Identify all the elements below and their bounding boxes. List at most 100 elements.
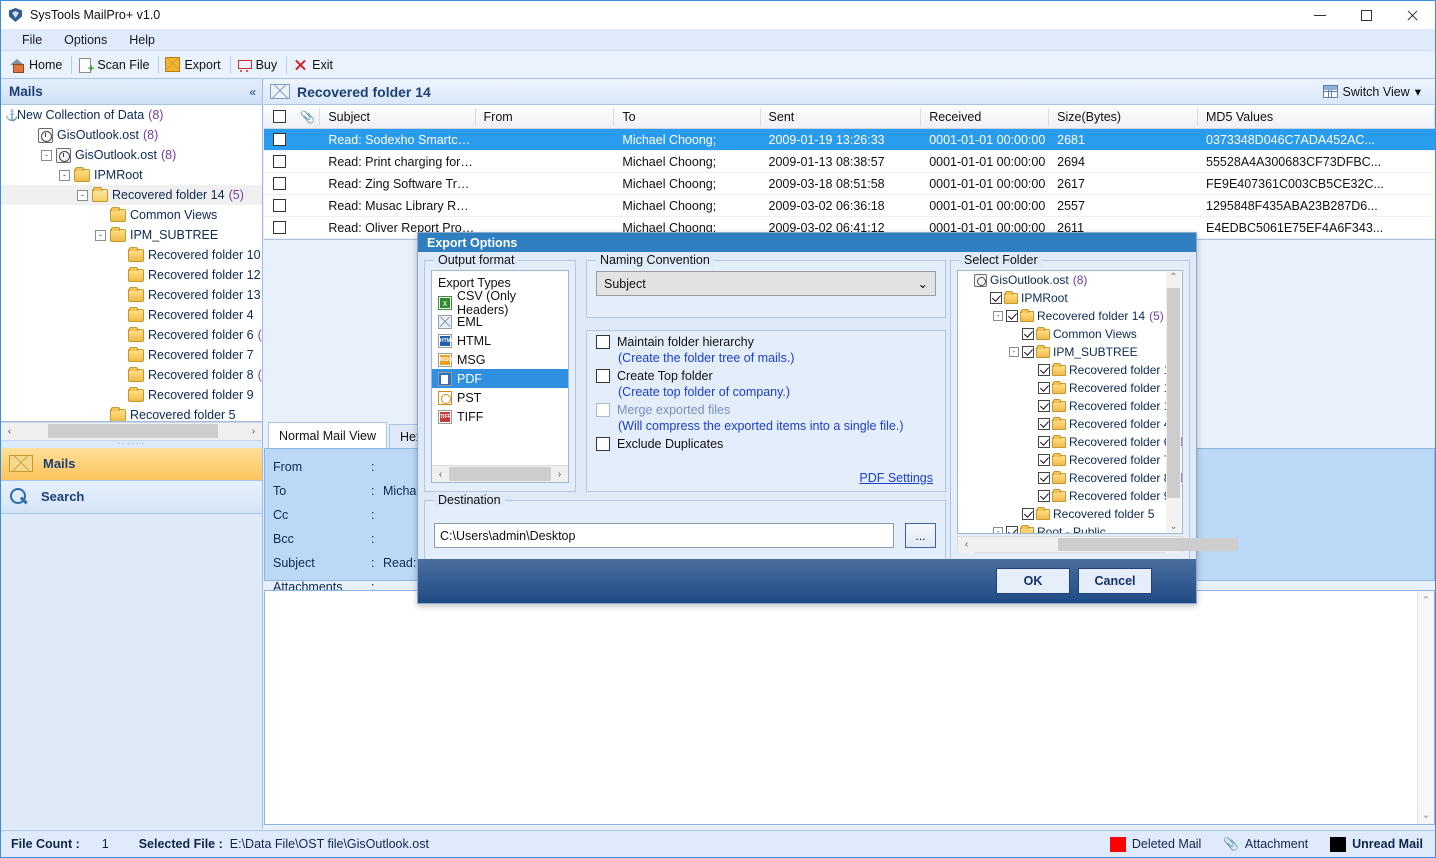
select-folder-tree-item[interactable]: Recovered folder 4 bbox=[958, 415, 1182, 433]
folder-tree-item[interactable]: Recovered folder 4 bbox=[1, 305, 262, 325]
folder-tree-item[interactable]: GisOutlook.ost (8) bbox=[1, 125, 262, 145]
table-row[interactable]: Read: Print charging for stu... Michael C… bbox=[264, 151, 1435, 173]
folder-tree-item[interactable]: Recovered folder 7 bbox=[1, 345, 262, 365]
select-folder-tree-item[interactable]: IPMRoot bbox=[958, 289, 1182, 307]
destination-browse-button[interactable]: ... bbox=[905, 523, 936, 548]
select-folder-tree-item[interactable]: - IPM_SUBTREE bbox=[958, 343, 1182, 361]
folder-tree-item[interactable]: - IPMRoot bbox=[1, 165, 262, 185]
folder-checkbox[interactable] bbox=[1038, 364, 1050, 376]
select-folder-tree-item[interactable]: Recovered folder 12 bbox=[958, 379, 1182, 397]
export-type-item[interactable]: PDF bbox=[432, 369, 568, 388]
tree-expander-icon[interactable]: - bbox=[77, 189, 88, 201]
toolbar-scan-file-button[interactable]: Scan File bbox=[73, 55, 157, 75]
minimize-button[interactable] bbox=[1297, 1, 1343, 29]
folder-checkbox[interactable] bbox=[1038, 490, 1050, 502]
folder-checkbox[interactable] bbox=[1006, 526, 1018, 533]
scroll-left-button[interactable]: ‹ bbox=[1, 423, 18, 439]
menu-item-options[interactable]: Options bbox=[53, 31, 118, 49]
folder-checkbox[interactable] bbox=[1038, 436, 1050, 448]
scroll-left-button[interactable]: ‹ bbox=[432, 466, 449, 482]
splitter-grip[interactable]: ······ bbox=[1, 439, 262, 448]
select-folder-tree-item[interactable]: Recovered folder 6(1) bbox=[958, 433, 1182, 451]
menu-item-help[interactable]: Help bbox=[118, 31, 166, 49]
tree-expander-icon[interactable]: - bbox=[59, 169, 70, 181]
cancel-button[interactable]: Cancel bbox=[1078, 568, 1152, 594]
row-checkbox[interactable] bbox=[272, 177, 286, 190]
export-option-checkbox[interactable] bbox=[596, 403, 610, 417]
export-option-checkbox[interactable] bbox=[596, 335, 610, 349]
tree-expander-icon[interactable]: - bbox=[993, 527, 1003, 533]
folder-checkbox[interactable] bbox=[1006, 310, 1018, 322]
folder-checkbox[interactable] bbox=[1022, 328, 1034, 340]
maximize-button[interactable] bbox=[1343, 1, 1389, 29]
toolbar-exit-button[interactable]: Exit bbox=[288, 55, 341, 74]
scroll-up-icon[interactable]: ⌃ bbox=[1169, 272, 1177, 283]
collapse-sidebar-icon[interactable]: « bbox=[249, 85, 256, 99]
select-folder-tree-item[interactable]: Recovered folder 5 bbox=[958, 505, 1182, 523]
menu-item-file[interactable]: File bbox=[11, 31, 53, 49]
scroll-thumb[interactable] bbox=[1058, 538, 1238, 551]
tree-expander-icon[interactable]: - bbox=[41, 149, 52, 161]
close-button[interactable] bbox=[1389, 1, 1435, 29]
export-type-item[interactable]: CSV (Only Headers) bbox=[432, 289, 568, 317]
folder-checkbox[interactable] bbox=[1038, 418, 1050, 430]
column-to[interactable]: To bbox=[614, 105, 761, 129]
tree-expander-icon[interactable]: - bbox=[95, 229, 106, 241]
sidebar-item-search[interactable]: Search bbox=[1, 480, 262, 514]
folder-tree-item[interactable]: Recovered folder 5 bbox=[1, 405, 262, 421]
export-type-item[interactable]: PST bbox=[432, 388, 568, 407]
toolbar-home-button[interactable]: Home bbox=[5, 55, 70, 74]
select-folder-hscrollbar[interactable]: ‹ › bbox=[957, 536, 1238, 553]
table-row[interactable]: Read: Sodexho Smartcard Michael Choong; 20… bbox=[264, 129, 1435, 151]
folder-checkbox[interactable] bbox=[1038, 382, 1050, 394]
export-types-list[interactable]: Export Types CSV (Only Headers)EMLHTMLMS… bbox=[431, 270, 569, 483]
folder-tree-item[interactable]: Recovered folder 8(1) bbox=[1, 365, 262, 385]
folder-checkbox[interactable] bbox=[1038, 454, 1050, 466]
folder-tree-item[interactable]: Recovered folder 12 bbox=[1, 265, 262, 285]
row-checkbox-cell[interactable] bbox=[264, 221, 295, 234]
row-checkbox[interactable] bbox=[272, 221, 286, 234]
select-all-checkbox-cell[interactable] bbox=[264, 110, 295, 123]
scroll-down-icon[interactable]: ⌄ bbox=[1421, 808, 1430, 821]
column-from[interactable]: From bbox=[476, 105, 615, 129]
ok-button[interactable]: OK bbox=[996, 568, 1070, 594]
export-type-item[interactable]: MSG bbox=[432, 350, 568, 369]
folder-tree-hscrollbar[interactable]: ‹ › bbox=[1, 421, 262, 440]
export-type-item[interactable]: HTML bbox=[432, 331, 568, 350]
table-row[interactable]: Read: Zing Software Training Michael Choo… bbox=[264, 173, 1435, 195]
folder-tree-item[interactable]: - IPM_SUBTREE bbox=[1, 225, 262, 245]
folder-checkbox[interactable] bbox=[1022, 508, 1034, 520]
tree-expander-icon[interactable]: - bbox=[993, 311, 1003, 321]
switch-view-button[interactable]: Switch View ▾ bbox=[1317, 82, 1427, 101]
scroll-up-icon[interactable]: ⌃ bbox=[1421, 594, 1430, 607]
export-option-row[interactable]: Merge exported files bbox=[587, 399, 945, 417]
scroll-right-button[interactable]: › bbox=[551, 466, 568, 482]
folder-tree-item[interactable]: ⚓ New Collection of Data (8) bbox=[1, 105, 262, 125]
folder-tree-item[interactable]: - GisOutlook.ost (8) bbox=[1, 145, 262, 165]
select-folder-tree-item[interactable]: Recovered folder 13(1) bbox=[958, 397, 1182, 415]
export-option-checkbox[interactable] bbox=[596, 437, 610, 451]
tab-normal-mail-view[interactable]: Normal Mail View bbox=[268, 422, 388, 448]
column-md5[interactable]: MD5 Values bbox=[1198, 105, 1435, 129]
select-folder-vscrollbar[interactable]: ⌃ ⌄ bbox=[1166, 272, 1181, 532]
select-folder-tree[interactable]: GisOutlook.ost (8) IPMRoot - Recovered folde… bbox=[957, 270, 1183, 534]
row-checkbox-cell[interactable] bbox=[264, 133, 295, 146]
folder-tree-item[interactable]: Recovered folder 6(1) bbox=[1, 325, 262, 345]
select-folder-tree-item[interactable]: Recovered folder 10 bbox=[958, 361, 1182, 379]
select-folder-tree-item[interactable]: - Root - Public bbox=[958, 523, 1182, 533]
column-received[interactable]: Received bbox=[921, 105, 1050, 129]
folder-tree-item[interactable]: Recovered folder 10 bbox=[1, 245, 262, 265]
naming-convention-select[interactable]: Subject ⌄ bbox=[596, 271, 936, 296]
column-size[interactable]: Size(Bytes) bbox=[1049, 105, 1198, 129]
scroll-thumb[interactable] bbox=[449, 467, 551, 481]
select-folder-tree-item[interactable]: Recovered folder 8(1) bbox=[958, 469, 1182, 487]
column-sent[interactable]: Sent bbox=[761, 105, 922, 129]
tree-expander-icon[interactable]: - bbox=[1009, 347, 1019, 357]
folder-tree-item[interactable]: Common Views bbox=[1, 205, 262, 225]
toolbar-buy-button[interactable]: Buy bbox=[232, 55, 286, 74]
row-checkbox-cell[interactable] bbox=[264, 199, 295, 212]
mail-body-vscrollbar[interactable]: ⌃ ⌄ bbox=[1417, 591, 1434, 824]
pdf-settings-link[interactable]: PDF Settings bbox=[859, 471, 933, 485]
export-option-row[interactable]: Exclude Duplicates bbox=[587, 433, 945, 451]
export-types-hscrollbar[interactable]: ‹ › bbox=[432, 465, 568, 482]
